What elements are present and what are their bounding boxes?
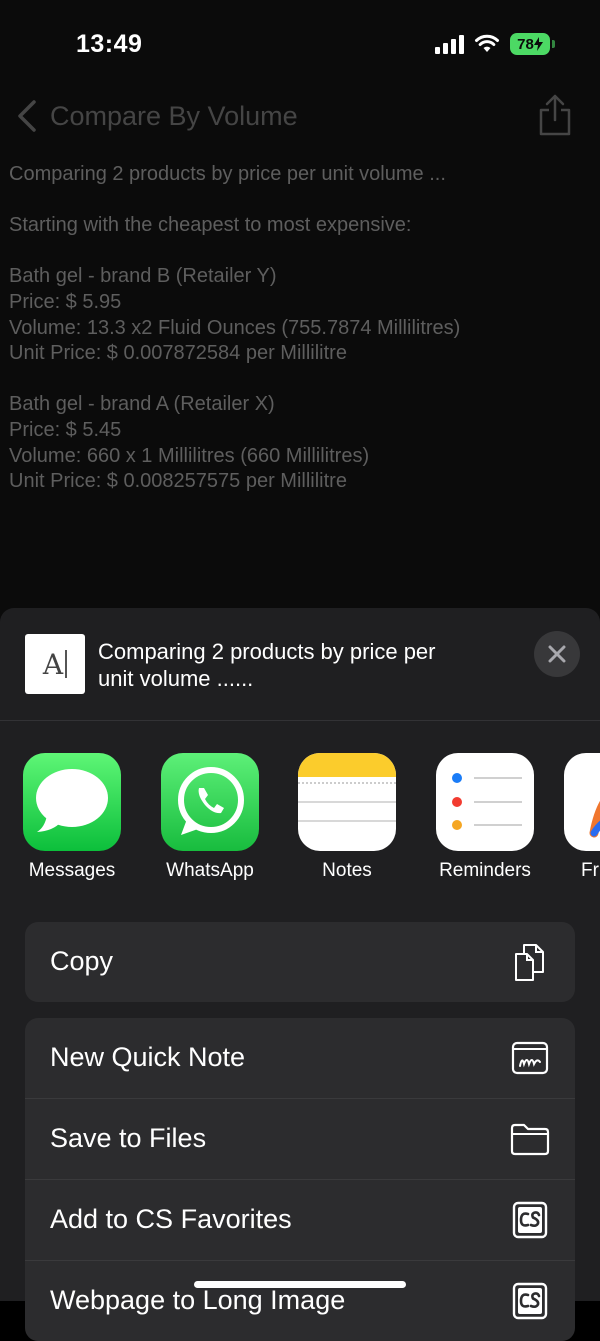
save-to-files-button[interactable]: Save to Files (25, 1099, 575, 1180)
new-quick-note-button[interactable]: New Quick Note (25, 1018, 575, 1099)
text-document-icon: A (25, 634, 85, 694)
report-line: Comparing 2 products by price per unit v… (9, 163, 446, 185)
notes-icon (298, 753, 396, 851)
add-to-cs-favorites-button[interactable]: Add to CS Favorites (25, 1180, 575, 1261)
share-icon[interactable] (538, 94, 572, 136)
share-app-messages[interactable]: Messages (2, 753, 142, 882)
cs-icon (512, 1201, 548, 1239)
share-app-notes[interactable]: Notes (277, 753, 417, 882)
app-label: Fr (581, 860, 599, 881)
report-line: Volume: 660 x 1 Millilitres (660 Millili… (9, 444, 370, 467)
share-app-whatsapp[interactable]: WhatsApp (140, 753, 280, 882)
cellular-signal-icon (435, 34, 464, 54)
battery-level: 78 (517, 35, 534, 53)
action-label: Copy (50, 946, 114, 976)
comparison-report: Comparing 2 products by price per unit v… (9, 162, 589, 495)
app-label: Reminders (439, 860, 531, 881)
charging-bolt-icon (533, 37, 543, 51)
folder-icon (510, 1123, 550, 1156)
battery-icon: 78 (510, 33, 555, 55)
action-label: Add to CS Favorites (50, 1204, 292, 1234)
webpage-to-long-image-button[interactable]: Webpage to Long Image (25, 1261, 575, 1341)
reminders-icon (436, 753, 534, 851)
copy-button[interactable]: Copy (25, 922, 575, 1002)
status-bar: 13:49 78 (0, 0, 600, 90)
freeform-icon (564, 753, 600, 851)
back-chevron-icon[interactable] (14, 98, 38, 134)
messages-icon (23, 753, 121, 851)
share-sheet-header: A Comparing 2 products by price per unit… (0, 608, 600, 721)
report-line: Unit Price: $ 0.007872584 per Millilitre (9, 342, 347, 365)
report-line: Bath gel - brand B (Retailer Y) (9, 265, 277, 288)
whatsapp-icon (161, 753, 259, 851)
share-preview-title: Comparing 2 products by price per unit v… (98, 639, 436, 691)
status-indicators: 78 (435, 33, 555, 55)
share-app-reminders[interactable]: Reminders (415, 753, 555, 882)
home-indicator[interactable] (194, 1281, 406, 1288)
report-line: Price: $ 5.45 (9, 418, 122, 441)
report-line: Price: $ 5.95 (9, 290, 122, 313)
share-apps-row: Messages WhatsApp Notes Reminders Fr (0, 753, 600, 893)
copy-group: Copy (25, 922, 575, 1002)
quick-note-icon (511, 1041, 549, 1075)
report-line: Starting with the cheapest to most expen… (9, 214, 412, 237)
app-label: Messages (28, 860, 116, 881)
status-time: 13:49 (76, 30, 143, 58)
cs-icon (512, 1282, 548, 1320)
action-label: Save to Files (50, 1123, 207, 1153)
report-line: Unit Price: $ 0.008257575 per Millilitre (9, 470, 347, 493)
navigation-bar: Compare By Volume (0, 88, 600, 148)
share-sheet: A Comparing 2 products by price per unit… (0, 608, 600, 1341)
app-label: WhatsApp (166, 860, 254, 881)
action-label: New Quick Note (50, 1042, 246, 1072)
wifi-icon (475, 34, 499, 52)
app-label: Notes (322, 860, 372, 881)
copy-icon (515, 944, 544, 981)
report-line: Volume: 13.3 x2 Fluid Ounces (755.7874 M… (9, 316, 461, 339)
close-icon (548, 645, 566, 663)
close-button[interactable] (534, 631, 580, 677)
actions-group: New Quick Note Save to Files Add to CS F… (25, 1018, 575, 1341)
share-app-freeform[interactable]: Fr (553, 753, 600, 882)
report-line: Bath gel - brand A (Retailer X) (9, 393, 275, 416)
page-title: Compare By Volume (50, 101, 298, 131)
